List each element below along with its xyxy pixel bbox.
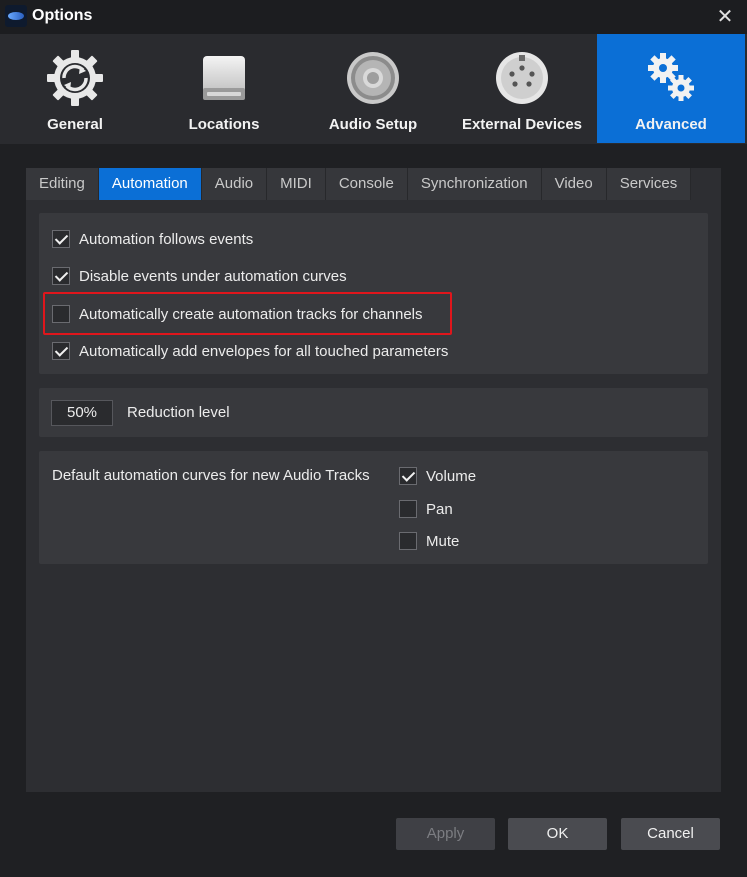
ok-button[interactable]: OK xyxy=(508,818,607,850)
tab-audio[interactable]: Audio xyxy=(201,168,268,200)
checkbox-label: Volume xyxy=(426,467,477,485)
category-locations[interactable]: Locations xyxy=(150,34,298,143)
reduction-level-field[interactable]: 50% xyxy=(51,400,113,426)
category-label: Locations xyxy=(188,116,260,133)
apply-button[interactable]: Apply xyxy=(396,818,495,850)
checkbox-label: Automation follows events xyxy=(79,230,254,248)
close-button[interactable]: ✕ xyxy=(708,2,742,32)
tab-console[interactable]: Console xyxy=(325,168,408,200)
category-label: General xyxy=(47,116,103,133)
category-label: Advanced xyxy=(635,116,707,133)
midi-connector-icon xyxy=(448,48,596,108)
checkbox-box[interactable] xyxy=(399,500,417,518)
checkbox-box[interactable] xyxy=(52,230,70,248)
category-advanced[interactable]: Advanced xyxy=(597,34,745,143)
checkbox-box[interactable] xyxy=(52,267,70,285)
checkbox-box[interactable] xyxy=(399,467,417,485)
mute-checkbox[interactable]: Mute xyxy=(399,530,459,552)
default-curves-label: Default automation curves for new Audio … xyxy=(52,467,370,484)
auto-add-envelopes-checkbox[interactable]: Automatically add envelopes for all touc… xyxy=(52,340,448,362)
tab-synchronization[interactable]: Synchronization xyxy=(407,168,542,200)
drive-icon xyxy=(150,48,298,108)
checkbox-label: Disable events under automation curves xyxy=(79,267,347,285)
automation-follows-events-checkbox[interactable]: Automation follows events xyxy=(52,228,253,250)
highlight-box xyxy=(43,292,452,335)
tab-bar: Editing Automation Audio MIDI Console Sy… xyxy=(26,168,692,200)
checkbox-label: Mute xyxy=(426,532,460,550)
checkbox-label: Automatically add envelopes for all touc… xyxy=(79,342,449,360)
tab-services[interactable]: Services xyxy=(606,168,692,200)
tab-midi[interactable]: MIDI xyxy=(267,168,326,200)
category-bar: General Locations Audio Setup External D… xyxy=(0,34,747,144)
window-title: Options xyxy=(32,7,93,24)
volume-checkbox[interactable]: Volume xyxy=(399,465,476,487)
category-label: External Devices xyxy=(461,116,583,133)
checkbox-box[interactable] xyxy=(52,342,70,360)
disable-events-under-curves-checkbox[interactable]: Disable events under automation curves xyxy=(52,265,347,287)
speaker-icon xyxy=(299,48,447,108)
tab-video[interactable]: Video xyxy=(541,168,607,200)
close-icon: ✕ xyxy=(716,6,734,28)
checkbox-box[interactable] xyxy=(399,532,417,550)
pan-checkbox[interactable]: Pan xyxy=(399,498,453,520)
title-bar: Options ✕ xyxy=(0,0,747,34)
refresh-gear-icon xyxy=(1,48,149,108)
cancel-button[interactable]: Cancel xyxy=(621,818,720,850)
gears-icon xyxy=(597,48,745,108)
category-external-devices[interactable]: External Devices xyxy=(448,34,596,143)
tab-editing[interactable]: Editing xyxy=(26,168,99,200)
checkbox-label: Pan xyxy=(426,500,453,518)
tab-automation[interactable]: Automation xyxy=(98,168,202,200)
reduction-level-label: Reduction level xyxy=(127,404,230,421)
app-icon xyxy=(5,5,27,27)
category-label: Audio Setup xyxy=(328,116,418,133)
category-audio-setup[interactable]: Audio Setup xyxy=(299,34,447,143)
category-general[interactable]: General xyxy=(1,34,149,143)
